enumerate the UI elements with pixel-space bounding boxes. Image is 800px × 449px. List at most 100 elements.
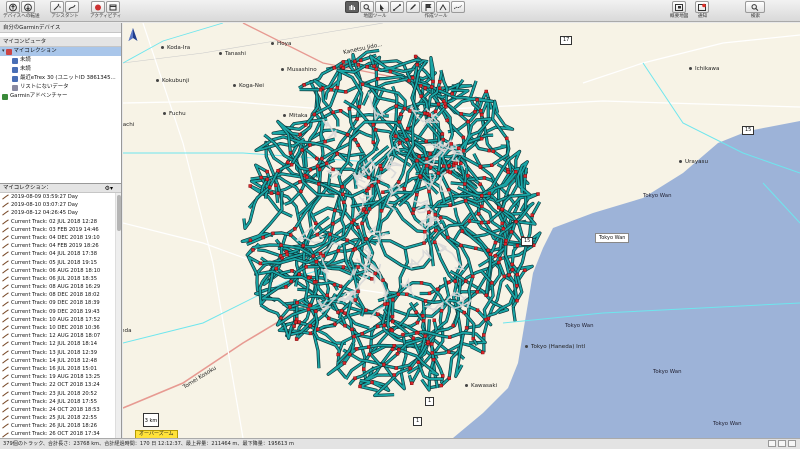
track-list-scrollbar[interactable] [115, 193, 121, 438]
waypoint-marker[interactable] [376, 77, 380, 81]
wizard-icon[interactable] [50, 1, 64, 13]
waypoint-marker[interactable] [445, 118, 449, 123]
waypoint-marker[interactable] [501, 227, 506, 231]
waypoint-marker[interactable] [345, 132, 350, 137]
waypoint-marker[interactable] [402, 186, 406, 191]
waypoint-marker[interactable] [288, 305, 292, 309]
waypoint-marker[interactable] [426, 340, 430, 344]
overview-map-icon[interactable] [671, 1, 686, 13]
waypoint-marker[interactable] [306, 307, 311, 312]
waypoint-marker[interactable] [448, 170, 452, 175]
waypoint-marker[interactable] [265, 169, 269, 174]
waypoint-marker[interactable] [341, 192, 345, 197]
waypoint-marker[interactable] [294, 337, 299, 341]
waypoint-marker[interactable] [355, 117, 359, 121]
waypoint-marker[interactable] [332, 283, 337, 287]
waypoint-marker[interactable] [493, 240, 498, 245]
waypoint-marker[interactable] [523, 174, 527, 178]
waypoint-marker[interactable] [308, 331, 313, 336]
waypoint-marker[interactable] [401, 332, 405, 337]
waypoint-marker[interactable] [314, 259, 319, 264]
waypoint-marker[interactable] [315, 232, 320, 237]
waypoint-marker[interactable] [430, 342, 434, 346]
waypoint-marker[interactable] [298, 179, 302, 184]
waypoint-marker[interactable] [308, 324, 313, 328]
waypoint-marker[interactable] [365, 65, 369, 69]
waypoint-marker[interactable] [366, 186, 371, 191]
track-list-item[interactable]: Current Track: 04 FEB 2019 18:26 [0, 242, 116, 250]
waypoint-marker[interactable] [274, 183, 278, 187]
waypoint-marker[interactable] [295, 317, 299, 321]
waypoint-marker[interactable] [367, 352, 372, 357]
waypoint-marker[interactable] [503, 242, 508, 246]
waypoint-marker[interactable] [364, 237, 369, 241]
waypoint-marker[interactable] [510, 268, 515, 272]
track-list-item[interactable]: Current Track: 14 JUL 2018 12:48 [0, 357, 116, 365]
waypoint-marker[interactable] [360, 332, 364, 336]
waypoint-marker[interactable] [515, 272, 519, 277]
waypoint-marker[interactable] [331, 110, 335, 115]
waypoint-marker[interactable] [498, 256, 503, 261]
waypoint-marker[interactable] [369, 277, 374, 281]
waypoint-marker[interactable] [438, 86, 442, 90]
waypoint-marker[interactable] [352, 334, 356, 339]
waypoint-marker[interactable] [348, 352, 352, 357]
waypoint-marker[interactable] [353, 247, 358, 251]
waypoint-marker[interactable] [391, 298, 395, 302]
route-icon[interactable] [65, 1, 79, 13]
waypoint-marker[interactable] [298, 132, 302, 137]
waypoint-marker[interactable] [506, 170, 510, 174]
waypoint-marker[interactable] [414, 310, 418, 314]
waypoint-marker[interactable] [487, 148, 491, 153]
scrollbar-thumb[interactable] [117, 195, 121, 231]
waypoint-marker[interactable] [360, 221, 364, 226]
waypoint-marker[interactable] [304, 123, 308, 127]
waypoint-marker[interactable] [304, 265, 308, 269]
waypoint-marker[interactable] [392, 344, 396, 348]
waypoint-marker[interactable] [294, 320, 298, 324]
waypoint-marker[interactable] [372, 64, 376, 68]
waypoint-marker[interactable] [459, 243, 463, 248]
library-item[interactable]: リストにないデータ [0, 83, 121, 92]
waypoint-marker[interactable] [345, 238, 349, 242]
waypoint-marker[interactable] [421, 314, 425, 318]
track-list-item[interactable]: 2019-08-10 03:07:27 Day [0, 201, 116, 209]
waypoint-marker[interactable] [333, 208, 337, 213]
waypoint-marker[interactable] [478, 164, 482, 169]
waypoint-marker[interactable] [347, 107, 352, 111]
waypoint-marker[interactable] [405, 292, 409, 296]
map-view[interactable]: Koda-Ira Tanashi Hoya Kokubunji Koga-Nei… [123, 23, 800, 438]
waypoint-marker[interactable] [344, 90, 348, 94]
waypoint-marker[interactable] [428, 151, 432, 156]
view-button[interactable] [778, 440, 786, 447]
track-list-item[interactable]: Current Track: 06 AUG 2018 18:10 [0, 267, 116, 275]
pencil-icon[interactable] [406, 1, 420, 13]
track-list-item[interactable]: Current Track: 10 AUG 2018 17:52 [0, 316, 116, 324]
waypoint-marker[interactable] [447, 164, 451, 168]
waypoint-marker[interactable] [497, 205, 501, 210]
waypoint-marker[interactable] [299, 189, 303, 194]
hand-icon[interactable] [345, 1, 359, 13]
waypoint-marker[interactable] [448, 203, 452, 208]
waypoint-marker[interactable] [390, 328, 394, 333]
waypoint-marker[interactable] [285, 252, 289, 257]
waypoint-marker[interactable] [502, 274, 507, 279]
waypoint-marker[interactable] [364, 308, 368, 312]
waypoint-marker[interactable] [340, 184, 345, 189]
waypoint-marker[interactable] [356, 289, 360, 294]
waypoint-marker[interactable] [475, 290, 479, 294]
waypoint-marker[interactable] [433, 240, 437, 245]
waypoint-marker[interactable] [425, 157, 429, 161]
waypoint-marker[interactable] [478, 182, 482, 186]
track-list-item[interactable]: 2019-08-09 03:59:27 Day [0, 193, 116, 201]
waypoint-marker[interactable] [484, 317, 488, 322]
waypoint-marker[interactable] [376, 324, 380, 329]
waypoint-marker[interactable] [259, 175, 264, 180]
waypoint-marker[interactable] [391, 319, 395, 324]
waypoint-marker[interactable] [459, 161, 463, 165]
waypoint-marker[interactable] [480, 204, 484, 209]
waypoint-marker[interactable] [327, 316, 331, 321]
waypoint-marker[interactable] [416, 360, 421, 364]
waypoint-marker[interactable] [300, 148, 304, 152]
waypoint-marker[interactable] [311, 254, 316, 258]
